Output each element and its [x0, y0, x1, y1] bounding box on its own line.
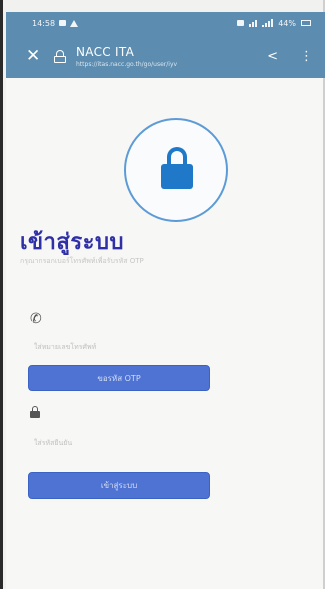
battery-icon: [301, 20, 311, 26]
page-title: NACC ITA: [76, 44, 135, 59]
wifi-icon: [249, 19, 258, 27]
status-bar: 14:58 44%: [6, 12, 325, 34]
login-heading: เข้าสู่ระบบ: [20, 230, 124, 255]
lock-badge: [124, 118, 228, 222]
page-info[interactable]: NACC ITA https://itas.nacc.go.th/go/user…: [76, 45, 236, 68]
padlock-icon: [30, 406, 40, 418]
login-subtitle: กรุณากรอกเบอร์โทรศัพท์เพื่อรับรหัส OTP: [20, 257, 144, 265]
login-page: เข้าสู่ระบบ กรุณากรอกเบอร์โทรศัพท์เพื่อร…: [6, 78, 323, 589]
warning-icon: [70, 19, 79, 27]
signal-icon: [262, 19, 274, 27]
share-icon[interactable]: <: [267, 49, 278, 64]
phone-input[interactable]: ใส่หมายเลขโทรศัพท์: [32, 337, 208, 357]
secure-lock-icon[interactable]: [54, 49, 66, 63]
otp-input[interactable]: ใส่รหัสยืนยัน: [32, 433, 208, 453]
clock: 14:58: [32, 18, 56, 28]
device-bezel-left: [0, 0, 3, 589]
url-bar: ✕ NACC ITA https://itas.nacc.go.th/go/us…: [6, 34, 325, 78]
battery-percent: 44%: [278, 18, 296, 28]
lock-icon: [161, 147, 193, 191]
login-button[interactable]: เข้าสู่ระบบ: [28, 472, 210, 499]
phone-icon: ✆: [30, 311, 42, 327]
page-url: https://itas.nacc.go.th/go/user/iyv: [76, 60, 178, 68]
browser-header: 14:58 44% ✕ NACC ITA https://itas.nacc.g…: [6, 12, 325, 78]
message-icon: [59, 20, 67, 26]
more-options-icon[interactable]: ⋮: [300, 49, 313, 64]
close-icon[interactable]: ✕: [26, 47, 48, 65]
request-otp-button[interactable]: ขอรหัส OTP: [28, 365, 210, 391]
notification-icon: [237, 20, 245, 26]
